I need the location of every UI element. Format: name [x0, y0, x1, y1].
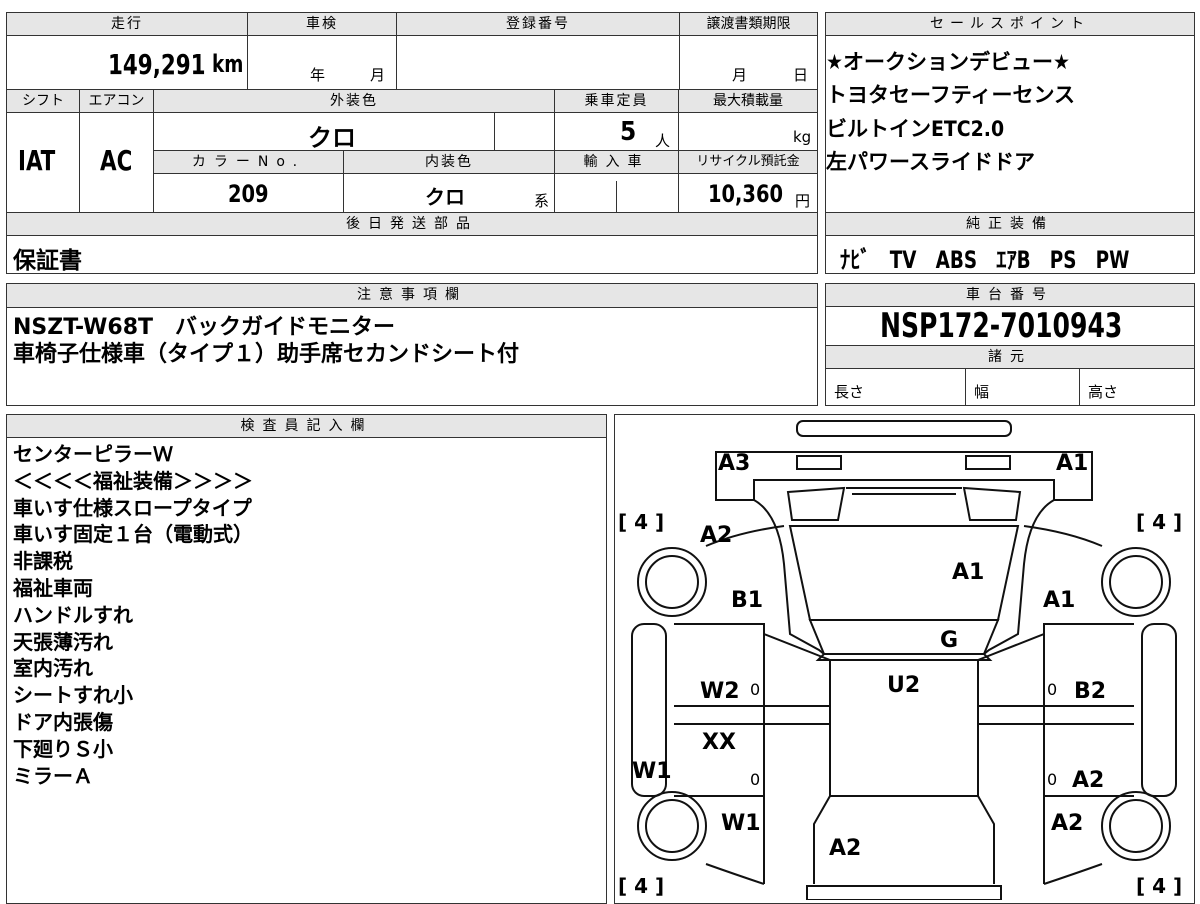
tire-front-right: [ 4 ]	[1136, 510, 1183, 534]
deadline-month-unit: 月	[732, 66, 748, 84]
mileage-header: 走行	[7, 13, 247, 35]
damage-label-g: G	[940, 628, 959, 653]
max-load-header: 最大積載量	[679, 90, 817, 112]
capacity-value: 5	[620, 117, 637, 147]
damage-label-a2-rear-right: A2	[1072, 768, 1105, 793]
interior-color-suffix: 系	[534, 192, 550, 210]
recycle-unit: 円	[795, 192, 811, 210]
inspector-line: ドア内張傷	[13, 709, 113, 734]
deadline-day-unit: 日	[793, 66, 809, 84]
equip-airbag: ｴｱB	[996, 246, 1031, 274]
capacity-unit: 人	[655, 132, 671, 150]
damage-label-a1-right: A1	[1043, 588, 1076, 613]
notes-header: 注意事項欄	[7, 284, 817, 307]
inspector-line: ＜＜＜＜福祉装備＞＞＞＞	[13, 468, 253, 493]
damage-label-a2-front-left: A2	[700, 523, 733, 548]
inspection-year-unit: 年	[310, 66, 326, 84]
sales-point-4: 左パワースライドドア	[826, 150, 1035, 174]
inspector-line: ハンドルすれ	[13, 602, 133, 627]
tire-front-left: [ 4 ]	[618, 510, 665, 534]
inspector-line: センターピラーＷ	[13, 442, 173, 466]
spec-length-label: 長さ	[834, 383, 865, 401]
deferred-parts-value: 保証書	[13, 248, 82, 274]
exterior-color-value: クロ	[308, 124, 356, 152]
equipment-header: 純正装備	[826, 213, 1194, 235]
notes-line-1: NSZT-W68T バックガイドモニター	[13, 315, 396, 340]
shift-value: IAT	[18, 144, 56, 177]
inspector-line: 非課税	[13, 549, 73, 574]
damage-label-xx: XX	[702, 730, 736, 755]
color-no-value: 209	[228, 180, 269, 208]
recycle-value: 10,360	[708, 180, 783, 208]
spec-width-label: 幅	[974, 383, 990, 401]
equipment-list: ﾅﾋﾞ TV ABS ｴｱB PS PW	[840, 240, 1129, 275]
tire-rear-right: [ 4 ]	[1136, 874, 1183, 898]
transfer-deadline-header: 譲渡書類期限	[680, 13, 817, 35]
damage-label-w1-left: W1	[632, 759, 672, 784]
door-mark-1: 0	[750, 680, 761, 699]
damage-label-u2: U2	[887, 673, 921, 698]
chassis-header: 車台番号	[826, 284, 1194, 306]
aircon-header: エアコン	[80, 90, 153, 112]
inspector-line: ミラーＡ	[13, 763, 93, 788]
equip-tv: TV	[889, 246, 917, 274]
inspection-header: 車検	[248, 13, 396, 35]
registration-header: 登録番号	[397, 13, 679, 35]
max-load-unit: kg	[793, 128, 812, 146]
inspector-line: 福祉車両	[13, 575, 93, 600]
inspector-header: 検査員記入欄	[7, 415, 606, 437]
equip-abs: ABS	[935, 246, 978, 274]
damage-label-a3: A3	[718, 451, 751, 476]
interior-color-header: 内装色	[344, 151, 554, 173]
spec-height-label: 高さ	[1088, 383, 1119, 401]
sales-points-header: セールスポイント	[826, 13, 1194, 35]
specs-header: 諸元	[826, 346, 1194, 368]
car-outline-diagram	[631, 420, 1177, 900]
sales-point-3: ビルトインETC2.0	[826, 117, 1005, 141]
equip-navi: ﾅﾋﾞ	[840, 246, 871, 274]
tire-rear-left: [ 4 ]	[618, 874, 665, 898]
recycle-header: リサイクル預託金	[679, 151, 817, 173]
damage-label-a2-rear-door: A2	[1051, 811, 1084, 836]
equip-ps: PS	[1049, 246, 1077, 274]
import-header: 輸入車	[555, 151, 678, 173]
inspector-line: 天張薄汚れ	[13, 629, 113, 654]
shift-header: シフト	[7, 90, 79, 112]
aircon-value: AC	[100, 144, 133, 177]
inspector-line: シートすれ小	[13, 683, 133, 708]
inspector-line: 室内汚れ	[13, 656, 93, 681]
damage-label-b2: B2	[1074, 679, 1107, 704]
interior-color-value: クロ	[425, 185, 465, 209]
damage-label-b1: B1	[731, 588, 764, 613]
inspection-month-unit: 月	[370, 66, 386, 84]
sales-point-1: ★オークションデビュー★	[826, 50, 1070, 74]
damage-label-w1: W1	[721, 811, 761, 836]
sales-point-2: トヨタセーフティーセンス	[826, 83, 1076, 107]
exterior-color-header: 外装色	[154, 90, 554, 112]
notes-line-2: 車椅子仕様車（タイプ１）助手席セカンドシート付	[13, 342, 520, 367]
door-mark-3: 0	[750, 770, 761, 789]
door-mark-2: 0	[1047, 680, 1058, 699]
capacity-header: 乗車定員	[555, 90, 678, 112]
equip-pw: PW	[1095, 246, 1130, 274]
inspector-notes: センターピラーＷ ＜＜＜＜福祉装備＞＞＞＞ 車いす仕様スロープタイプ 車いす固定…	[13, 441, 253, 789]
color-no-header: カラーNo.	[154, 151, 343, 173]
inspector-line: 下廻りＳ小	[13, 736, 113, 761]
damage-label-a1-front: A1	[1056, 451, 1089, 476]
door-mark-4: 0	[1047, 770, 1058, 789]
inspector-line: 車いす仕様スロープタイプ	[13, 495, 252, 520]
chassis-number: NSP172-7010943	[880, 306, 1123, 346]
inspector-line: 車いす固定１台（電動式）	[13, 522, 253, 547]
damage-label-a1-hood: A1	[952, 560, 985, 585]
deferred-parts-header: 後日発送部品	[7, 213, 817, 235]
damage-label-w2: W2	[700, 679, 740, 704]
damage-label-a2-rear: A2	[829, 836, 862, 861]
mileage-unit: km	[212, 50, 244, 78]
mileage-value: 149,291	[108, 48, 206, 81]
